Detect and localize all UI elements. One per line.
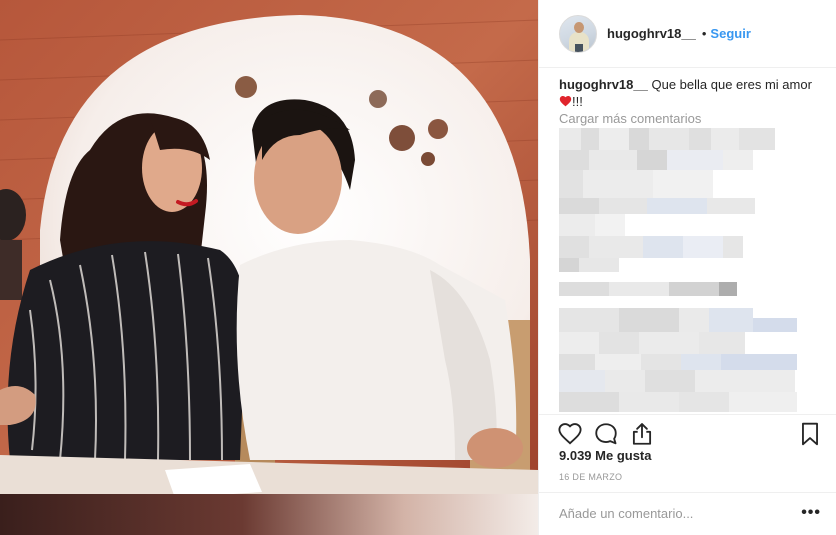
comment-input[interactable] (559, 503, 779, 523)
header-separator: • (701, 26, 707, 41)
speech-bubble-icon[interactable] (593, 421, 619, 447)
post-actions: 9.039 Me gusta 16 DE MARZO (539, 414, 836, 500)
post-sidebar: hugoghrv18__ • Seguir hugoghrv18__ Que b… (538, 0, 836, 535)
pixelated-comments (559, 128, 797, 412)
post-photo[interactable] (0, 0, 538, 535)
author-username[interactable]: hugoghrv18__ (607, 26, 696, 41)
heart-outline-icon[interactable] (557, 421, 583, 447)
post-date: 16 DE MARZO (559, 472, 623, 482)
caption-suffix: !!! (572, 94, 583, 109)
more-options-button[interactable]: ••• (801, 505, 821, 521)
likes-count[interactable]: 9.039 Me gusta (559, 448, 652, 463)
load-more-comments-link[interactable]: Cargar más comentarios (559, 111, 701, 126)
caption-text: Que bella que eres mi amor (651, 77, 812, 92)
author-avatar[interactable] (559, 14, 597, 53)
share-upload-icon[interactable] (629, 421, 655, 447)
comments-list-pixelated (557, 128, 819, 414)
follow-button[interactable]: Seguir (710, 26, 750, 41)
bookmark-icon[interactable] (797, 421, 823, 447)
post-header: hugoghrv18__ • Seguir (539, 0, 836, 68)
post-caption: hugoghrv18__ Que bella que eres mi amor … (559, 76, 821, 110)
add-comment-bar: ••• (539, 492, 836, 535)
post-photo-illustration (0, 0, 538, 535)
red-heart-emoji-icon (559, 96, 572, 107)
caption-username[interactable]: hugoghrv18__ (559, 77, 648, 92)
